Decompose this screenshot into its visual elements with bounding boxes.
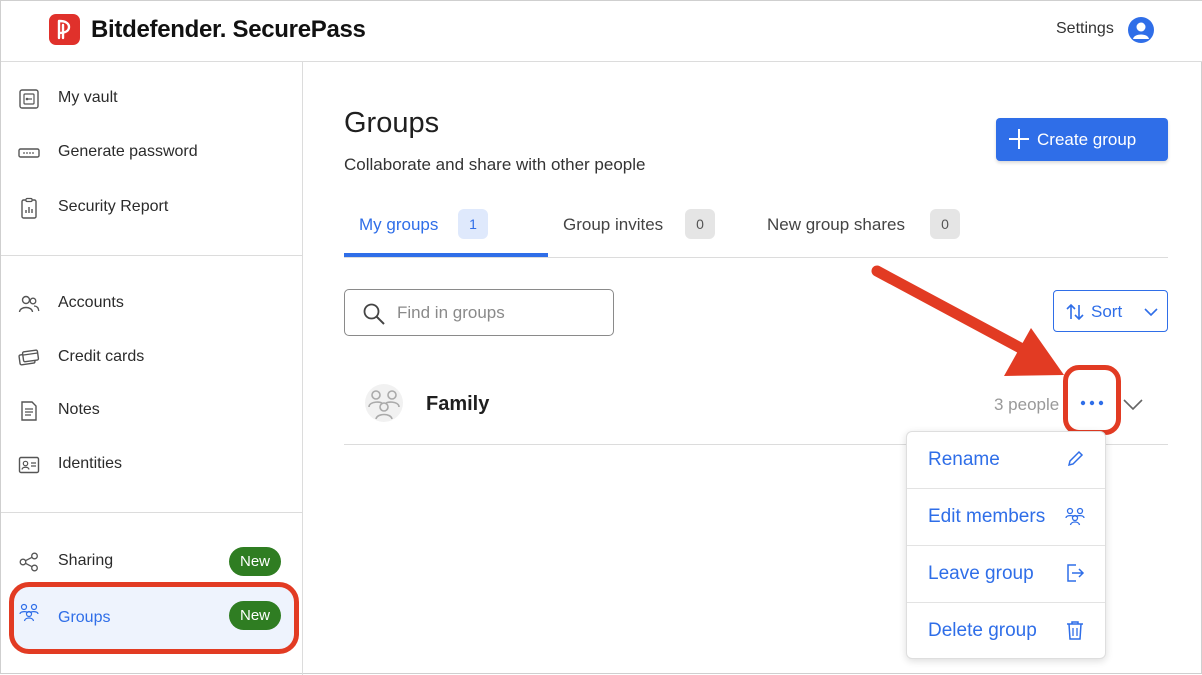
page-subtitle: Collaborate and share with other people — [344, 155, 646, 174]
clipboard-report-icon — [18, 197, 40, 219]
tab-count-badge: 1 — [458, 209, 488, 239]
sidebar-item-sharing[interactable]: Sharing New — [1, 542, 303, 582]
menu-item-edit-members[interactable]: Edit members — [907, 489, 1105, 546]
brand-product: SecurePass — [232, 16, 366, 43]
trash-icon — [1064, 619, 1086, 641]
menu-item-label: Leave group — [928, 563, 1034, 584]
edit-members-icon — [1064, 505, 1086, 527]
user-avatar-icon[interactable] — [1128, 17, 1154, 43]
sidebar-item-security-report[interactable]: Security Report — [1, 188, 303, 228]
sidebar-item-generate-password[interactable]: Generate password — [1, 133, 303, 173]
sidebar-item-groups[interactable]: Groups New — [9, 582, 299, 654]
tab-label: Group invites — [563, 215, 664, 234]
menu-item-label: Delete group — [928, 620, 1037, 641]
tab-label: My groups — [359, 215, 439, 234]
tabs-divider — [344, 257, 1168, 258]
active-tab-indicator — [344, 253, 548, 257]
menu-item-label: Edit members — [928, 506, 1046, 527]
sidebar-item-accounts[interactable]: Accounts — [1, 284, 303, 324]
tab-my-groups[interactable]: My groups 1 — [359, 209, 509, 257]
sidebar-item-label: Sharing — [58, 552, 114, 569]
menu-item-leave-group[interactable]: Leave group — [907, 546, 1105, 603]
sidebar-item-identities[interactable]: Identities — [1, 445, 303, 485]
tab-new-group-shares[interactable]: New group shares 0 — [767, 209, 967, 257]
password-field-icon — [18, 142, 40, 164]
group-avatar-icon — [363, 382, 405, 424]
search-input[interactable] — [397, 301, 597, 325]
ellipsis-icon — [1080, 400, 1104, 406]
page-title: Groups — [344, 107, 440, 139]
top-bar: Bitdefender. SecurePass Settings — [1, 1, 1202, 62]
chevron-down-icon[interactable] — [1122, 393, 1144, 415]
identity-card-icon — [18, 454, 40, 476]
sidebar-item-label: My vault — [58, 89, 118, 106]
sidebar-item-credit-cards[interactable]: Credit cards — [1, 338, 303, 378]
sidebar-item-label: Generate password — [58, 143, 198, 160]
sort-button[interactable]: Sort — [1053, 290, 1168, 332]
sidebar-item-label: Security Report — [58, 198, 169, 215]
sort-arrows-icon — [1065, 302, 1085, 322]
sort-label: Sort — [1091, 302, 1123, 321]
plus-icon — [1008, 128, 1030, 150]
menu-item-label: Rename — [928, 449, 1000, 470]
securepass-logo-icon — [49, 14, 80, 45]
new-badge: New — [229, 547, 281, 576]
notes-icon — [18, 400, 40, 422]
new-badge: New — [229, 601, 281, 630]
credit-cards-icon — [18, 347, 40, 369]
create-group-button[interactable]: Create group — [996, 118, 1168, 161]
vault-icon — [18, 88, 40, 110]
leave-icon — [1064, 562, 1086, 584]
accounts-icon — [18, 293, 40, 315]
menu-item-rename[interactable]: Rename — [907, 432, 1105, 489]
search-box[interactable] — [344, 289, 614, 336]
sidebar-item-label: Identities — [58, 455, 123, 472]
sidebar-item-notes[interactable]: Notes — [1, 391, 303, 431]
create-group-label: Create group — [1037, 130, 1137, 149]
share-icon — [18, 551, 40, 573]
tab-count-badge: 0 — [685, 209, 715, 239]
sidebar-item-label: Accounts — [58, 294, 124, 311]
brand-name: Bitdefender. SecurePass — [91, 16, 366, 43]
search-icon — [362, 302, 386, 326]
tab-count-badge: 0 — [930, 209, 960, 239]
tab-group-invites[interactable]: Group invites 0 — [563, 209, 723, 257]
sidebar-divider — [1, 255, 303, 256]
menu-item-delete-group[interactable]: Delete group — [907, 603, 1105, 660]
pencil-icon — [1064, 448, 1086, 470]
chevron-down-icon — [1143, 304, 1159, 320]
settings-link[interactable]: Settings — [1056, 20, 1114, 38]
groups-icon — [18, 601, 40, 623]
more-options-button[interactable] — [1075, 389, 1109, 417]
brand-company: Bitdefender — [91, 16, 220, 43]
group-member-count: 3 people — [994, 395, 1060, 414]
sidebar-item-label: Notes — [58, 401, 100, 418]
sidebar-item-label: Credit cards — [58, 348, 145, 365]
group-name: Family — [426, 393, 490, 415]
group-context-menu: Rename Edit members Leave group Delete g… — [906, 431, 1106, 659]
sidebar-item-label: Groups — [58, 609, 111, 626]
app-window: Bitdefender. SecurePass Settings My vaul… — [0, 0, 1202, 675]
tab-label: New group shares — [767, 215, 905, 234]
sidebar-divider — [1, 512, 303, 513]
sidebar-item-my-vault[interactable]: My vault — [1, 79, 303, 119]
